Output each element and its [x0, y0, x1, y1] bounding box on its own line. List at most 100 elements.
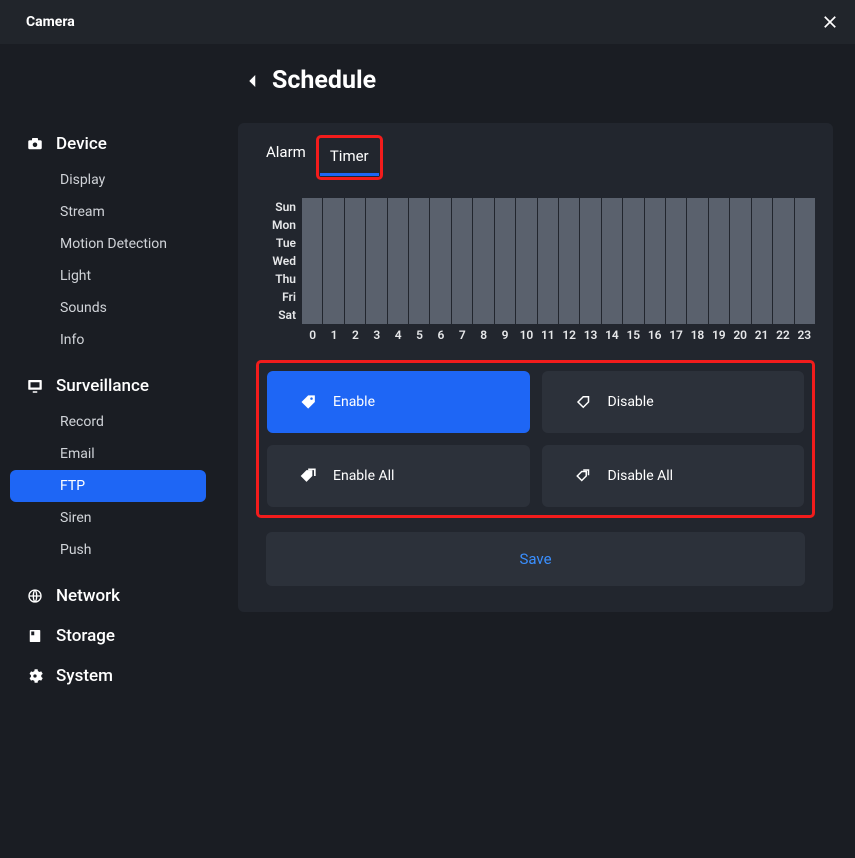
schedule-cell[interactable]: [302, 288, 322, 306]
schedule-cell[interactable]: [559, 198, 579, 216]
schedule-cell[interactable]: [452, 234, 472, 252]
schedule-cell[interactable]: [409, 288, 429, 306]
schedule-cell[interactable]: [602, 234, 622, 252]
schedule-cell[interactable]: [345, 306, 365, 324]
schedule-cell[interactable]: [345, 270, 365, 288]
schedule-cell[interactable]: [752, 234, 772, 252]
schedule-cell[interactable]: [602, 252, 622, 270]
schedule-cell[interactable]: [409, 198, 429, 216]
schedule-cell[interactable]: [795, 216, 815, 234]
schedule-cell[interactable]: [345, 252, 365, 270]
schedule-cell[interactable]: [623, 216, 643, 234]
sidebar-group-device[interactable]: Device: [0, 124, 216, 164]
schedule-cell[interactable]: [773, 234, 793, 252]
sidebar-item-stream[interactable]: Stream: [10, 196, 206, 228]
schedule-cell[interactable]: [473, 198, 493, 216]
schedule-cell[interactable]: [602, 198, 622, 216]
schedule-cell[interactable]: [602, 270, 622, 288]
schedule-cell[interactable]: [495, 306, 515, 324]
schedule-cell[interactable]: [730, 216, 750, 234]
schedule-cell[interactable]: [366, 288, 386, 306]
schedule-cell[interactable]: [323, 288, 343, 306]
schedule-cell[interactable]: [538, 216, 558, 234]
back-button[interactable]: [244, 72, 262, 90]
schedule-cell[interactable]: [666, 216, 686, 234]
schedule-cell[interactable]: [516, 216, 536, 234]
schedule-cell[interactable]: [473, 252, 493, 270]
schedule-cell[interactable]: [730, 252, 750, 270]
schedule-cell[interactable]: [752, 252, 772, 270]
schedule-cell[interactable]: [538, 288, 558, 306]
schedule-cell[interactable]: [473, 288, 493, 306]
schedule-cell[interactable]: [366, 252, 386, 270]
schedule-cell[interactable]: [452, 288, 472, 306]
schedule-cell[interactable]: [709, 252, 729, 270]
schedule-cell[interactable]: [495, 270, 515, 288]
schedule-cell[interactable]: [366, 306, 386, 324]
schedule-cell[interactable]: [580, 306, 600, 324]
schedule-cell[interactable]: [388, 306, 408, 324]
schedule-cell[interactable]: [795, 288, 815, 306]
schedule-cell[interactable]: [323, 234, 343, 252]
schedule-cell[interactable]: [666, 234, 686, 252]
schedule-cell[interactable]: [623, 306, 643, 324]
disable-all-button[interactable]: Disable All: [542, 445, 805, 507]
schedule-cell[interactable]: [666, 288, 686, 306]
sidebar-item-email[interactable]: Email: [10, 438, 206, 470]
sidebar-group-network[interactable]: Network: [0, 576, 216, 616]
schedule-cell[interactable]: [623, 288, 643, 306]
schedule-cell[interactable]: [730, 198, 750, 216]
schedule-cell[interactable]: [709, 234, 729, 252]
schedule-cell[interactable]: [645, 198, 665, 216]
schedule-cell[interactable]: [538, 270, 558, 288]
schedule-cell[interactable]: [409, 270, 429, 288]
schedule-cell[interactable]: [795, 234, 815, 252]
schedule-cell[interactable]: [730, 288, 750, 306]
schedule-cell[interactable]: [366, 234, 386, 252]
schedule-cell[interactable]: [666, 306, 686, 324]
schedule-cell[interactable]: [430, 234, 450, 252]
tab-timer[interactable]: Timer: [320, 139, 379, 176]
schedule-cell[interactable]: [430, 216, 450, 234]
schedule-cell[interactable]: [580, 288, 600, 306]
schedule-cell[interactable]: [473, 306, 493, 324]
schedule-cell[interactable]: [580, 216, 600, 234]
schedule-cell[interactable]: [752, 198, 772, 216]
schedule-cell[interactable]: [388, 252, 408, 270]
schedule-cell[interactable]: [687, 252, 707, 270]
tab-alarm[interactable]: Alarm: [256, 135, 316, 180]
schedule-cell[interactable]: [709, 270, 729, 288]
schedule-cell[interactable]: [538, 252, 558, 270]
schedule-cell[interactable]: [345, 216, 365, 234]
schedule-cell[interactable]: [452, 252, 472, 270]
schedule-cell[interactable]: [687, 306, 707, 324]
schedule-cell[interactable]: [580, 234, 600, 252]
schedule-cell[interactable]: [473, 234, 493, 252]
schedule-cell[interactable]: [345, 288, 365, 306]
schedule-cell[interactable]: [580, 252, 600, 270]
schedule-cell[interactable]: [430, 270, 450, 288]
schedule-cell[interactable]: [645, 216, 665, 234]
schedule-cell[interactable]: [409, 306, 429, 324]
schedule-cell[interactable]: [516, 198, 536, 216]
disable-button[interactable]: Disable: [542, 371, 805, 433]
schedule-cell[interactable]: [623, 234, 643, 252]
schedule-cell[interactable]: [687, 288, 707, 306]
schedule-cell[interactable]: [559, 306, 579, 324]
schedule-cell[interactable]: [730, 234, 750, 252]
schedule-cell[interactable]: [709, 306, 729, 324]
sidebar-item-push[interactable]: Push: [10, 534, 206, 566]
schedule-cell[interactable]: [366, 270, 386, 288]
schedule-cell[interactable]: [559, 270, 579, 288]
schedule-cell[interactable]: [795, 252, 815, 270]
schedule-cell[interactable]: [430, 198, 450, 216]
sidebar-group-storage[interactable]: Storage: [0, 616, 216, 656]
schedule-cell[interactable]: [388, 288, 408, 306]
schedule-cell[interactable]: [452, 198, 472, 216]
schedule-cell[interactable]: [645, 252, 665, 270]
sidebar-item-sounds[interactable]: Sounds: [10, 292, 206, 324]
schedule-cell[interactable]: [388, 270, 408, 288]
schedule-cell[interactable]: [666, 270, 686, 288]
schedule-cell[interactable]: [345, 198, 365, 216]
schedule-cell[interactable]: [709, 288, 729, 306]
